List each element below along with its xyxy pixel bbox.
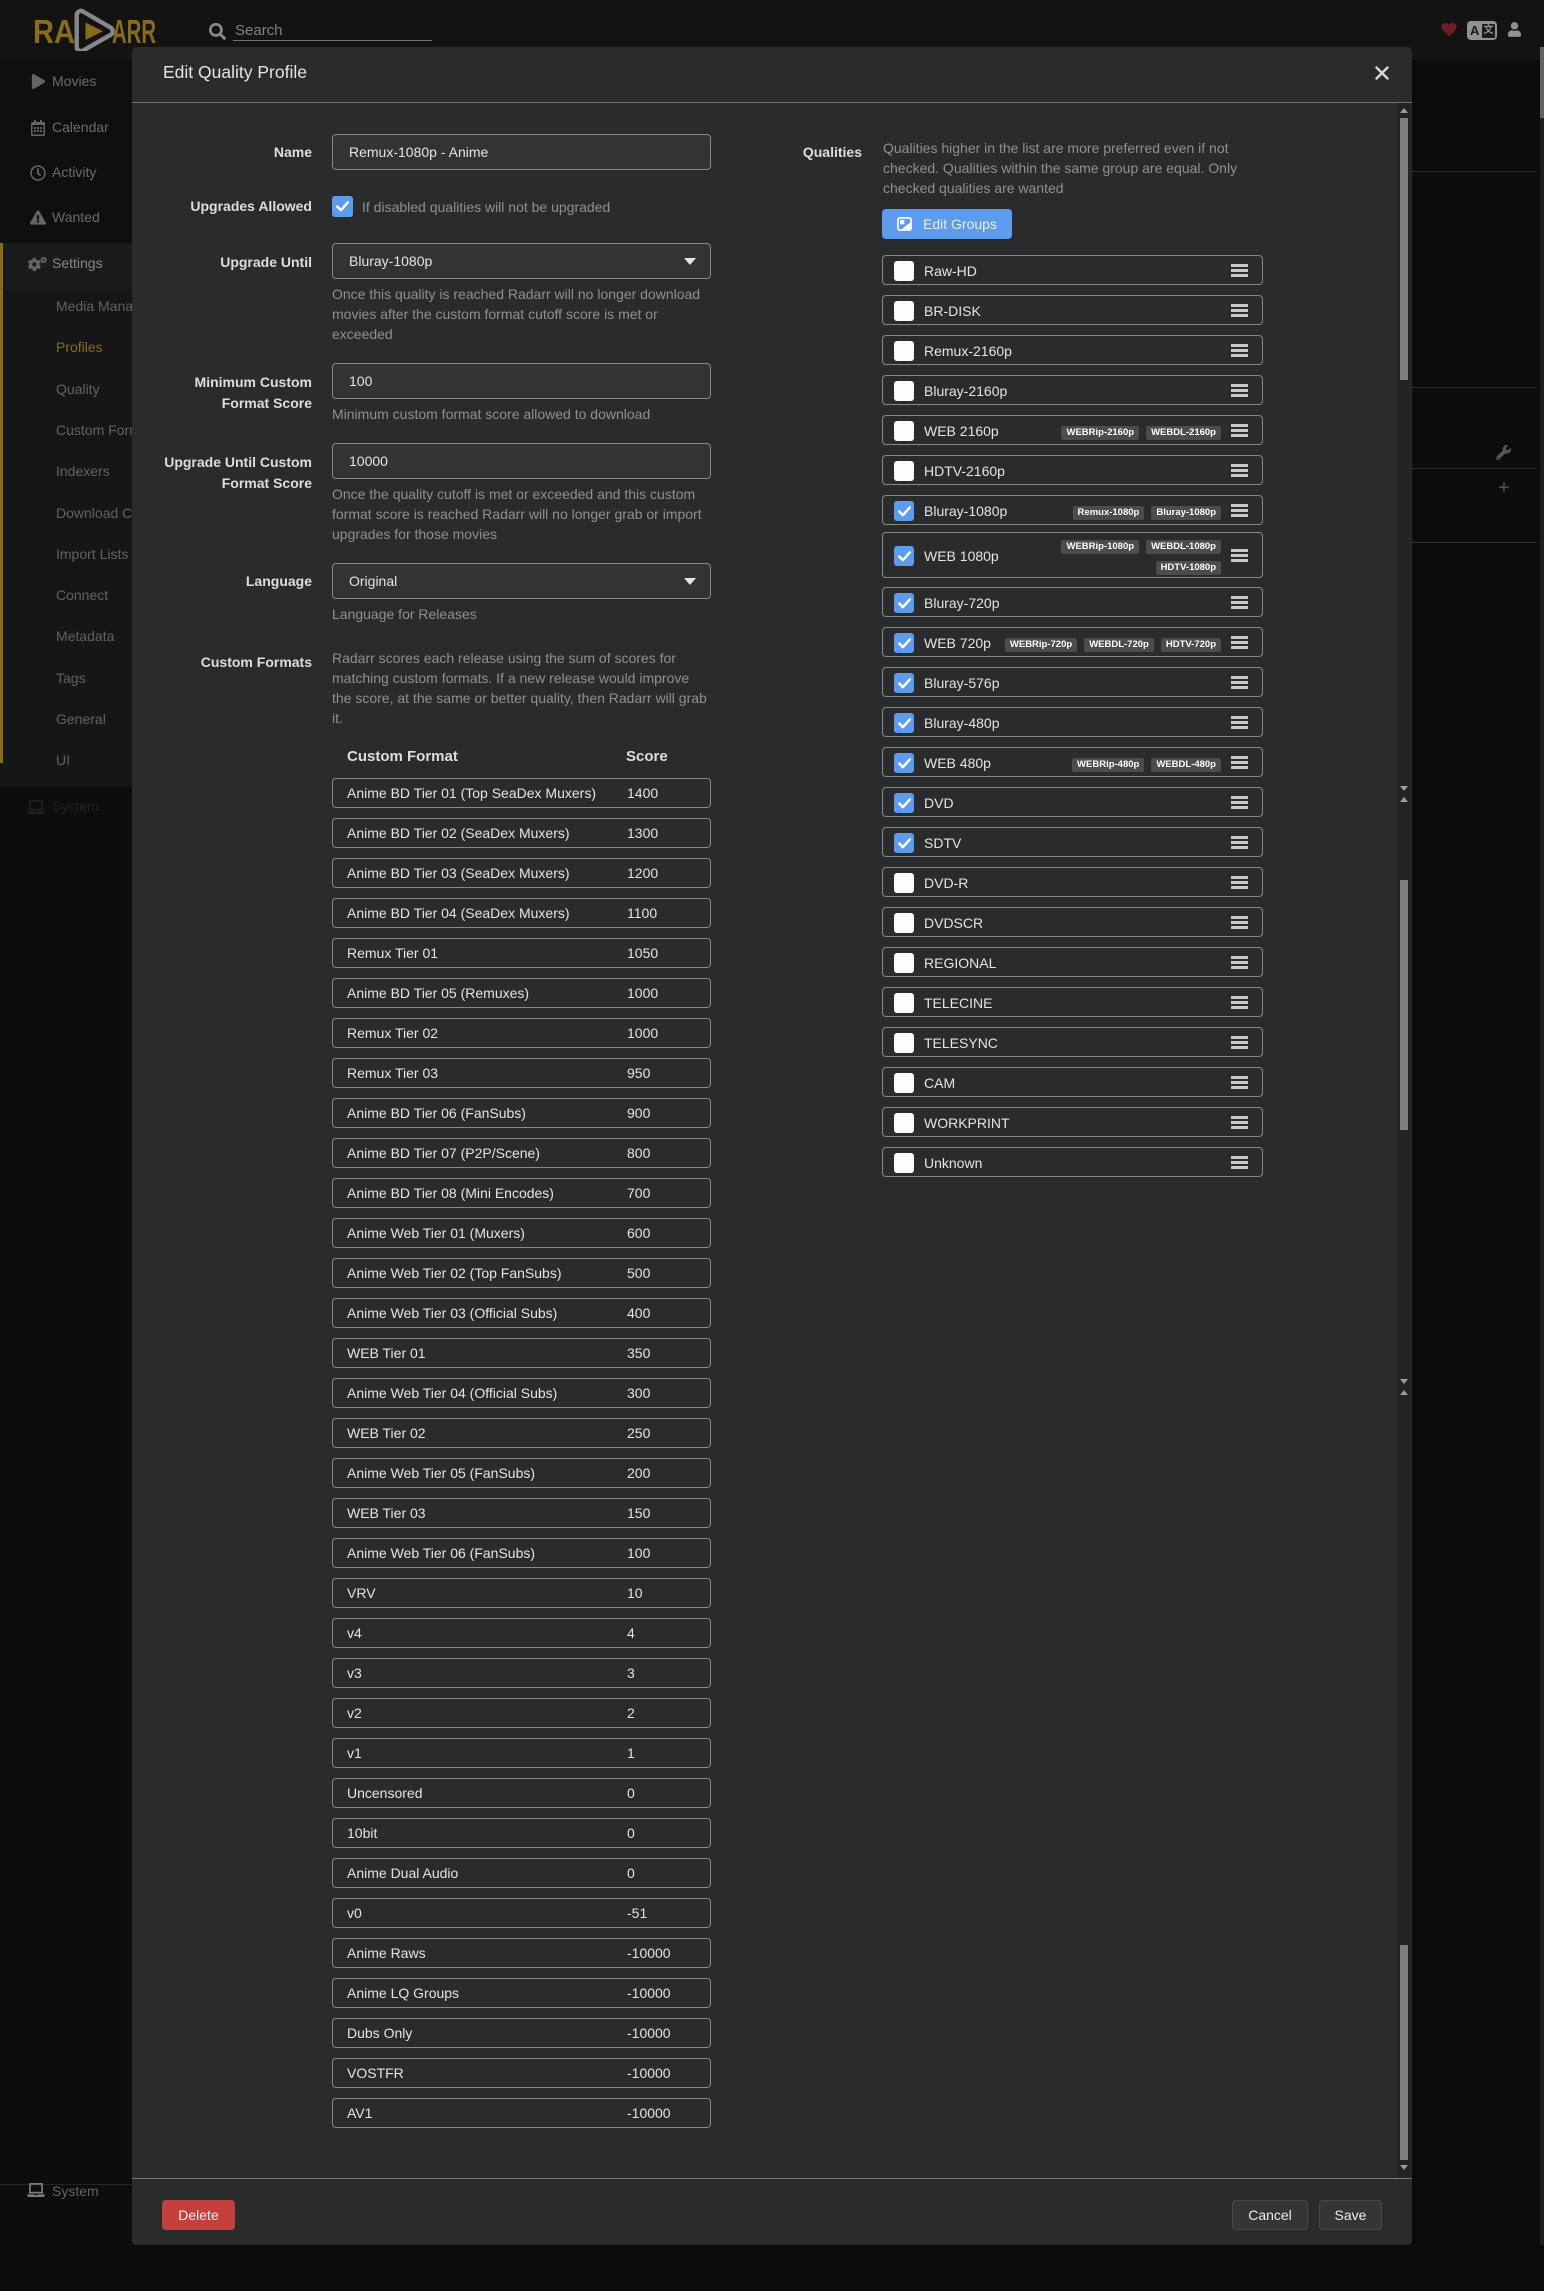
svg-text:ARR: ARR [112,13,156,50]
svg-text:RA: RA [33,13,75,50]
